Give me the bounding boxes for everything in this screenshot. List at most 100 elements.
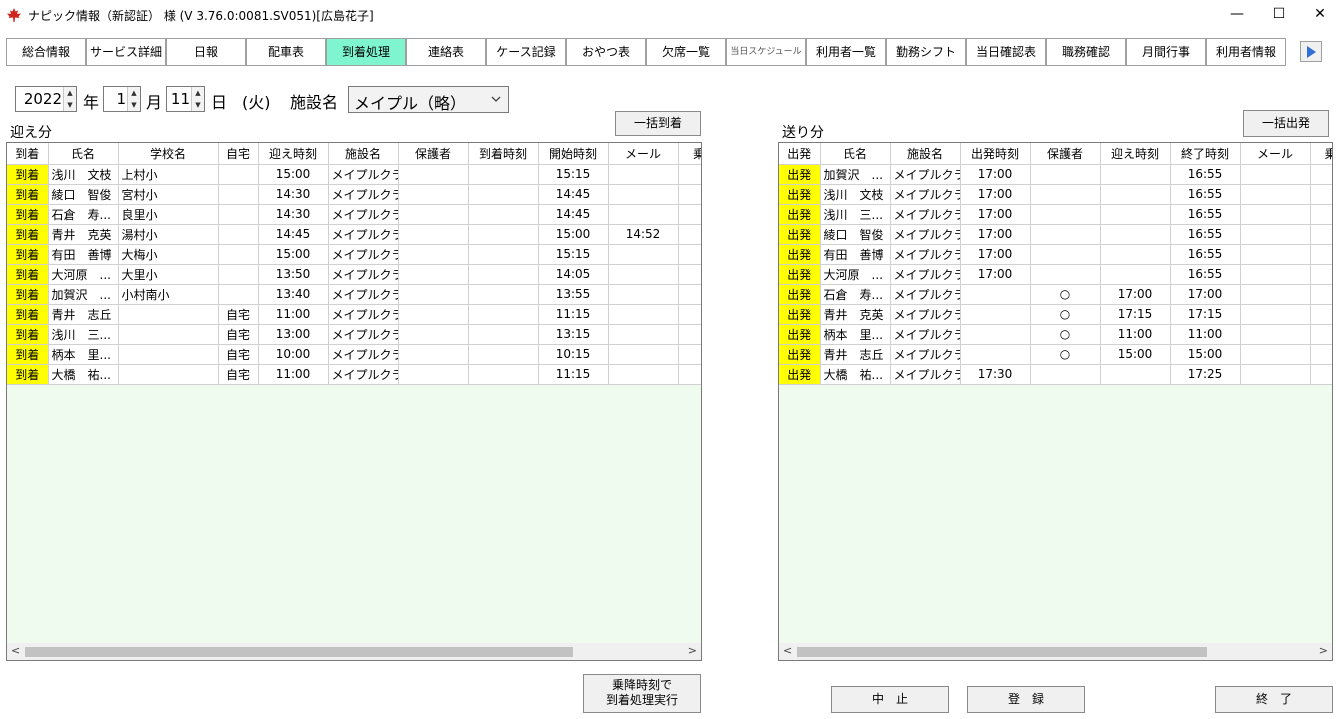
pickup-column-header[interactable]: 乗 <box>678 143 701 165</box>
pickup-row[interactable]: 到着石倉 寿...良里小 14:30メイプルクラブ 14:45 <box>7 204 701 225</box>
dropoff-row[interactable]: 出発大河原 ...メイプルクラブ17:00 16:55 <box>779 264 1332 285</box>
register-button[interactable]: 登 録 <box>967 686 1085 713</box>
tab-10[interactable]: 利用者一覧 <box>806 38 886 66</box>
bulk-arrive-button[interactable]: 一括到着 <box>615 111 701 136</box>
pickup-column-header[interactable]: 到着時刻 <box>468 143 539 165</box>
dropoff-row[interactable]: 出発綾口 智俊メイプルクラブ17:00 16:55 <box>779 224 1332 245</box>
pickup-column-header[interactable]: 保護者 <box>398 143 469 165</box>
dropoff-column-header[interactable]: 乗 <box>1310 143 1332 165</box>
exit-button[interactable]: 終 了 <box>1215 686 1333 713</box>
tab-15[interactable]: 利用者情報 <box>1206 38 1286 66</box>
dropoff-action-cell[interactable]: 出発 <box>779 204 821 225</box>
pickup-action-cell[interactable]: 到着 <box>7 224 49 245</box>
dropoff-action-cell[interactable]: 出発 <box>779 164 821 185</box>
dropoff-action-cell[interactable]: 出発 <box>779 184 821 205</box>
tab-1[interactable]: サービス詳細 <box>86 38 166 66</box>
tab-3[interactable]: 配車表 <box>246 38 326 66</box>
pickup-row[interactable]: 到着大橋 祐... 自宅11:00メイプルクラブ 11:15 <box>7 364 701 385</box>
pickup-row[interactable]: 到着浅川 文枝上村小 15:00メイプルクラブ 15:15 <box>7 164 701 185</box>
pickup-action-cell[interactable]: 到着 <box>7 304 49 325</box>
bulk-depart-button[interactable]: 一括出発 <box>1243 110 1329 137</box>
scroll-right-icon[interactable]: > <box>1319 644 1328 657</box>
dropoff-column-header[interactable]: 出発時刻 <box>960 143 1031 165</box>
pickup-column-header[interactable]: 施設名 <box>328 143 399 165</box>
pickup-column-header[interactable]: 学校名 <box>118 143 219 165</box>
tab-13[interactable]: 職務確認 <box>1046 38 1126 66</box>
pickup-action-cell[interactable]: 到着 <box>7 364 49 385</box>
pickup-column-header[interactable]: 氏名 <box>48 143 119 165</box>
pickup-action-cell[interactable]: 到着 <box>7 184 49 205</box>
dropoff-action-cell[interactable]: 出発 <box>779 244 821 265</box>
pickup-action-cell[interactable]: 到着 <box>7 344 49 365</box>
pickup-row[interactable]: 到着加賀沢 ...小村南小 13:40メイプルクラブ 13:55 <box>7 284 701 305</box>
scrollbar-thumb[interactable] <box>25 647 573 657</box>
scroll-left-icon[interactable]: < <box>11 644 20 657</box>
pickup-column-header[interactable]: 開始時刻 <box>538 143 609 165</box>
spin-down-icon[interactable]: ▼ <box>128 99 140 111</box>
dropoff-column-header[interactable]: メール <box>1240 143 1311 165</box>
day-value[interactable]: 11 <box>167 87 192 111</box>
dropoff-action-cell[interactable]: 出発 <box>779 284 821 305</box>
tab-8[interactable]: 欠席一覧 <box>646 38 726 66</box>
month-value[interactable]: 1 <box>104 87 128 111</box>
dropoff-action-cell[interactable]: 出発 <box>779 344 821 365</box>
tab-4[interactable]: 到着処理 <box>326 38 406 66</box>
pickup-row[interactable]: 到着大河原 ...大里小 13:50メイプルクラブ 14:05 <box>7 264 701 285</box>
pickup-column-header[interactable]: 到着 <box>7 143 49 165</box>
dropoff-grid[interactable]: 出発氏名施設名出発時刻保護者迎え時刻終了時刻メール乗 出発加賀沢 ...メイプル… <box>778 142 1333 661</box>
tab-14[interactable]: 月間行事 <box>1126 38 1206 66</box>
pickup-row[interactable]: 到着柄本 里... 自宅10:00メイプルクラブ 10:15 <box>7 344 701 365</box>
dropoff-horizontal-scrollbar[interactable]: < > <box>779 643 1332 660</box>
dropoff-column-header[interactable]: 施設名 <box>890 143 961 165</box>
dropoff-row[interactable]: 出発加賀沢 ...メイプルクラブ17:00 16:55 <box>779 164 1332 185</box>
dropoff-column-header[interactable]: 氏名 <box>820 143 891 165</box>
maximize-button[interactable]: ☐ <box>1256 0 1302 30</box>
day-spinner[interactable]: 11 ▲ ▼ <box>166 86 205 112</box>
close-button[interactable]: ✕ <box>1297 0 1339 30</box>
dropoff-row[interactable]: 出発青井 志丘メイプルクラブ○15:0015:00 <box>779 344 1332 365</box>
tab-2[interactable]: 日報 <box>166 38 246 66</box>
spin-up-icon[interactable]: ▲ <box>64 87 76 99</box>
dropoff-row[interactable]: 出発浅川 文枝メイプルクラブ17:00 16:55 <box>779 184 1332 205</box>
pickup-row[interactable]: 到着浅川 三... 自宅13:00メイプルクラブ 13:15 <box>7 324 701 345</box>
dropoff-action-cell[interactable]: 出発 <box>779 304 821 325</box>
pickup-row[interactable]: 到着青井 志丘 自宅11:00メイプルクラブ 11:15 <box>7 304 701 325</box>
tab-5[interactable]: 連絡表 <box>406 38 486 66</box>
scroll-left-icon[interactable]: < <box>783 644 792 657</box>
pickup-grid[interactable]: 到着氏名学校名自宅迎え時刻施設名保護者到着時刻開始時刻メール乗 到着浅川 文枝上… <box>6 142 702 661</box>
tab-11[interactable]: 勤務シフト <box>886 38 966 66</box>
pickup-row[interactable]: 到着綾口 智俊宮村小 14:30メイプルクラブ 14:45 <box>7 184 701 205</box>
pickup-horizontal-scrollbar[interactable]: < > <box>7 643 701 660</box>
pickup-action-cell[interactable]: 到着 <box>7 284 49 305</box>
dropoff-column-header[interactable]: 出発 <box>779 143 821 165</box>
pickup-action-cell[interactable]: 到着 <box>7 264 49 285</box>
execute-arrival-button[interactable]: 乗降時刻で 到着処理実行 <box>583 674 701 713</box>
spin-down-icon[interactable]: ▼ <box>64 99 76 111</box>
pickup-row[interactable]: 到着青井 克英湯村小 14:45メイプルクラブ 15:0014:52 <box>7 224 701 245</box>
tab-0[interactable]: 総合情報 <box>6 38 86 66</box>
spin-up-icon[interactable]: ▲ <box>192 87 204 99</box>
dropoff-action-cell[interactable]: 出発 <box>779 264 821 285</box>
dropoff-row[interactable]: 出発柄本 里...メイプルクラブ○11:0011:00 <box>779 324 1332 345</box>
dropoff-row[interactable]: 出発青井 克英メイプルクラブ○17:1517:15 <box>779 304 1332 325</box>
dropoff-action-cell[interactable]: 出発 <box>779 224 821 245</box>
month-spinner[interactable]: 1 ▲ ▼ <box>103 86 141 112</box>
scroll-right-icon[interactable]: > <box>688 644 697 657</box>
tab-7[interactable]: おやつ表 <box>566 38 646 66</box>
pickup-column-header[interactable]: 自宅 <box>218 143 259 165</box>
spin-down-icon[interactable]: ▼ <box>192 99 204 111</box>
dropoff-action-cell[interactable]: 出発 <box>779 324 821 345</box>
dropoff-row[interactable]: 出発有田 善博メイプルクラブ17:00 16:55 <box>779 244 1332 265</box>
dropoff-column-header[interactable]: 終了時刻 <box>1170 143 1241 165</box>
pickup-action-cell[interactable]: 到着 <box>7 244 49 265</box>
minimize-button[interactable]: — <box>1214 0 1260 30</box>
pickup-column-header[interactable]: 迎え時刻 <box>258 143 329 165</box>
scrollbar-thumb[interactable] <box>797 647 1207 657</box>
cancel-button[interactable]: 中 止 <box>831 686 949 713</box>
pickup-action-cell[interactable]: 到着 <box>7 204 49 225</box>
pickup-column-header[interactable]: メール <box>608 143 679 165</box>
tab-12[interactable]: 当日確認表 <box>966 38 1046 66</box>
year-spinner[interactable]: 2022 ▲ ▼ <box>15 86 77 112</box>
pickup-action-cell[interactable]: 到着 <box>7 164 49 185</box>
dropoff-row[interactable]: 出発浅川 三...メイプルクラブ17:00 16:55 <box>779 204 1332 225</box>
